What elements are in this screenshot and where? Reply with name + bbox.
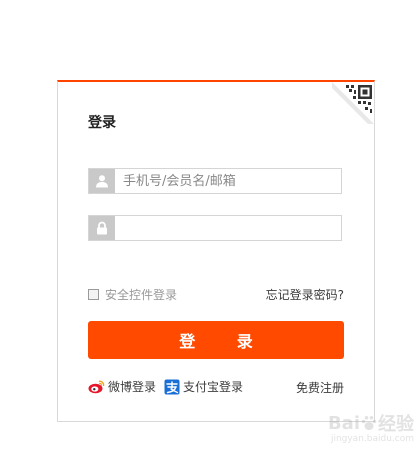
alipay-login-link[interactable]: 支付宝登录 [164, 378, 243, 395]
login-options: 安全控件登录 忘记登录密码? [88, 286, 344, 304]
alipay-login-label: 支付宝登录 [183, 380, 244, 394]
safe-control-option[interactable]: 安全控件登录 [88, 286, 177, 303]
page: 登录 安全控件登录 忘记登 [0, 0, 420, 458]
lock-icon [89, 216, 115, 240]
password-field [88, 215, 342, 241]
safe-control-checkbox[interactable] [88, 289, 99, 300]
safe-control-label: 安全控件登录 [105, 288, 178, 302]
login-panel: 登录 安全控件登录 忘记登 [57, 80, 375, 422]
register-link[interactable]: 免费注册 [296, 379, 344, 396]
alt-login-row: 微博登录 支付宝登录 免费注册 [88, 378, 344, 398]
user-icon [89, 169, 115, 193]
login-button[interactable]: 登 录 [88, 321, 344, 359]
password-input[interactable] [115, 216, 341, 240]
qr-login-toggle[interactable] [332, 82, 374, 124]
login-title: 登录 [88, 115, 116, 131]
username-input[interactable] [115, 169, 341, 193]
paw-icon [361, 416, 377, 430]
watermark-brand-tail: 经验 [378, 414, 414, 435]
watermark-url: jingyan.baidu.com [330, 434, 414, 444]
weibo-login-link[interactable]: 微博登录 [88, 378, 156, 395]
forgot-password-link[interactable]: 忘记登录密码? [266, 286, 344, 303]
watermark-brand: Bai [327, 412, 360, 434]
weibo-login-label: 微博登录 [108, 380, 157, 394]
weibo-icon [88, 380, 105, 394]
username-field [88, 168, 342, 194]
alipay-icon [164, 379, 180, 394]
qr-code-icon [332, 82, 374, 124]
watermark: Bai 经验 jingyan.baidu.com [327, 410, 414, 445]
